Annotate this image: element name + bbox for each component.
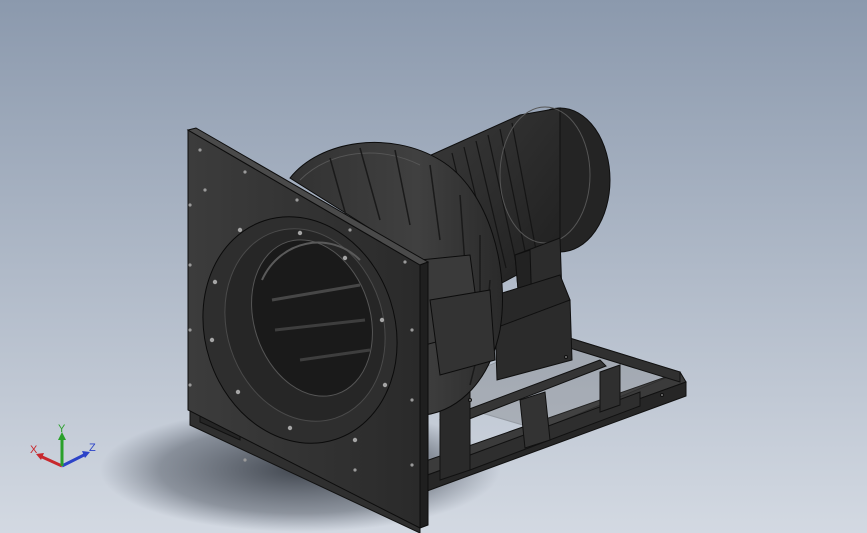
x-axis-label: X [30, 444, 38, 456]
cad-viewport[interactable]: X Y Z [0, 0, 867, 533]
y-axis-label: Y [58, 423, 66, 435]
z-axis-arrow [61, 451, 90, 468]
y-axis-arrow [58, 432, 66, 466]
z-axis-label: Z [89, 442, 96, 454]
orientation-triad[interactable]: X Y Z [28, 420, 108, 476]
x-axis-arrow [36, 453, 63, 468]
centrifugal-fan-model[interactable] [0, 0, 867, 533]
